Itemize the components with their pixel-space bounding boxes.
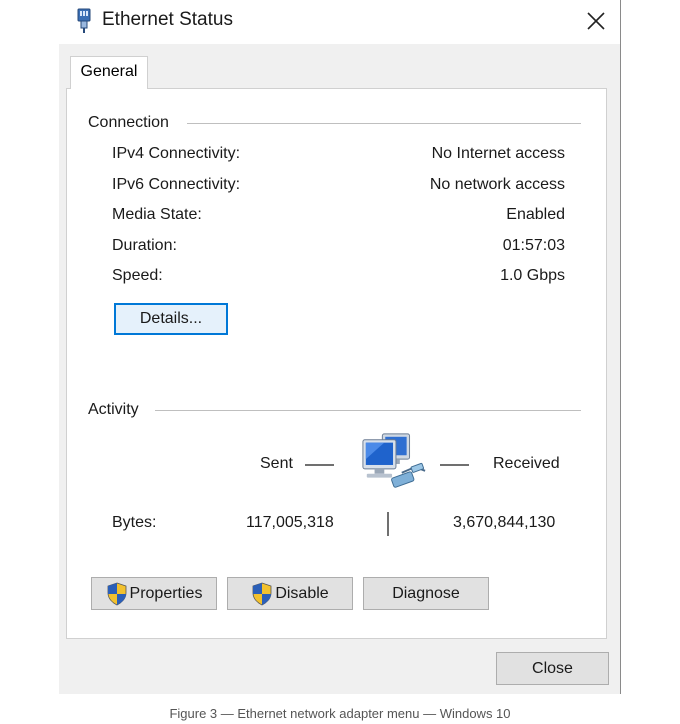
tab-general[interactable]: General bbox=[70, 56, 148, 89]
uac-shield-icon bbox=[252, 582, 272, 605]
close-button-label: Close bbox=[532, 659, 573, 677]
sent-dash bbox=[305, 464, 334, 466]
figure-caption: Figure 3 — Ethernet network adapter menu… bbox=[169, 706, 511, 721]
bytes-sent-value: 117,005,318 bbox=[246, 514, 334, 531]
diagnose-button[interactable]: Diagnose bbox=[363, 577, 489, 610]
details-button[interactable]: Details... bbox=[114, 303, 228, 335]
activity-separator bbox=[387, 512, 389, 536]
close-button[interactable]: Close bbox=[496, 652, 609, 685]
network-adapter-icon bbox=[77, 8, 91, 33]
diagnose-button-label: Diagnose bbox=[392, 584, 460, 602]
close-icon[interactable] bbox=[581, 6, 611, 36]
received-label: Received bbox=[493, 455, 560, 472]
ethernet-status-dialog: Ethernet Status General Connection IPv4 … bbox=[59, 0, 621, 694]
disable-button-label: Disable bbox=[275, 584, 329, 602]
sent-label: Sent bbox=[260, 455, 293, 472]
dialog-client-area: General Connection IPv4 Connectivity: No… bbox=[59, 44, 620, 694]
activity-group-label: Activity bbox=[88, 401, 145, 419]
activity-divider bbox=[155, 410, 581, 411]
ipv6-value: No network access bbox=[429, 176, 565, 193]
duration-label: Duration: bbox=[112, 237, 177, 254]
general-tab-panel: Connection IPv4 Connectivity: No Interne… bbox=[66, 88, 607, 639]
ipv4-label: IPv4 Connectivity: bbox=[112, 145, 241, 162]
window-title: Ethernet Status bbox=[102, 9, 233, 30]
ipv4-value: No Internet access bbox=[431, 145, 565, 162]
properties-button-label: Properties bbox=[129, 584, 203, 602]
speed-value: 1.0 Gbps bbox=[500, 267, 565, 284]
bytes-received-value: 3,670,844,130 bbox=[453, 514, 556, 531]
network-computers-icon bbox=[362, 433, 426, 488]
connection-divider bbox=[187, 123, 581, 124]
properties-button[interactable]: Properties bbox=[91, 577, 217, 610]
speed-label: Speed: bbox=[112, 267, 163, 284]
connection-group-label: Connection bbox=[88, 114, 175, 132]
media-state-value: Enabled bbox=[506, 206, 565, 223]
ipv6-label: IPv6 Connectivity: bbox=[112, 176, 241, 193]
duration-value: 01:57:03 bbox=[502, 237, 565, 254]
title-bar[interactable]: Ethernet Status bbox=[59, 0, 620, 44]
bytes-label: Bytes: bbox=[112, 514, 157, 531]
window-border bbox=[620, 0, 621, 694]
details-button-label: Details... bbox=[139, 310, 203, 327]
disable-button[interactable]: Disable bbox=[227, 577, 353, 610]
uac-shield-icon bbox=[107, 582, 126, 605]
received-dash bbox=[440, 464, 469, 466]
media-state-label: Media State: bbox=[112, 206, 202, 223]
